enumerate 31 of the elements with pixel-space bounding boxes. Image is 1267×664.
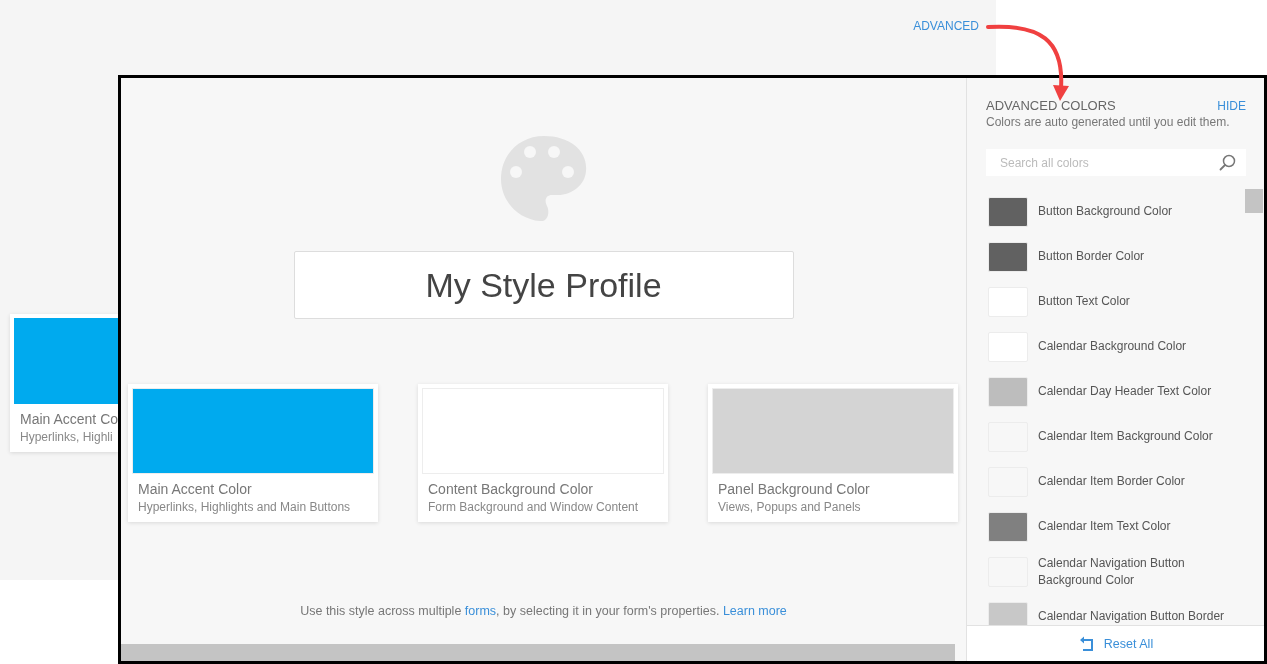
color-card[interactable]: Main Accent Co Hyperlinks, Highli xyxy=(10,314,118,452)
color-card[interactable]: Panel Background Color Views, Popups and Panels xyxy=(708,384,958,522)
profile-name-field[interactable]: My Style Profile xyxy=(293,251,794,319)
color-list-item[interactable]: Calendar Background Color xyxy=(988,324,1264,369)
scrollbar-thumb[interactable] xyxy=(1245,189,1263,213)
search-input[interactable]: Search all colors xyxy=(998,154,1219,171)
color-list-item[interactable]: Calendar Day Header Text Color xyxy=(988,369,1264,414)
color-list-item[interactable]: Button Text Color xyxy=(988,279,1264,324)
search-icon[interactable] xyxy=(1219,154,1236,171)
color-list-item[interactable]: Calendar Navigation Button Background Color xyxy=(988,549,1264,594)
color-list-item[interactable]: Button Border Color xyxy=(988,234,1264,279)
card-title: Main Accent Co xyxy=(20,411,118,427)
card-subtitle: Hyperlinks, Highli xyxy=(20,430,114,444)
color-card[interactable]: Main Accent Color Hyperlinks, Highlights and Main Buttons xyxy=(128,384,378,522)
color-list-item[interactable]: Calendar Item Text Color xyxy=(988,504,1264,549)
color-list-item[interactable]: Calendar Item Background Color xyxy=(988,414,1264,459)
card-subtitle: Views, Popups and Panels xyxy=(718,500,862,514)
card-title: Panel Background Color xyxy=(718,481,871,497)
panel-title: ADVANCED COLORS xyxy=(986,98,1116,113)
color-list-item[interactable]: Calendar Item Border Color xyxy=(988,459,1264,504)
reset-all-button[interactable]: Reset All xyxy=(1077,635,1154,652)
color-card[interactable]: Content Background Color Form Background and Window Content xyxy=(418,384,668,522)
panel-subtitle: Colors are auto generated until you edit them. xyxy=(986,115,1231,129)
color-list-item[interactable]: Button Background Color xyxy=(988,189,1264,234)
card-subtitle: Hyperlinks, Highlights and Main Buttons xyxy=(138,500,352,514)
card-subtitle: Form Background and Window Content xyxy=(428,500,640,514)
card-title: Main Accent Color xyxy=(138,481,253,497)
hint-text: Use this style across multiple forms, by selecting it in your form's properties. Learn more xyxy=(300,604,787,618)
card-title: Content Background Color xyxy=(428,481,594,497)
search-field[interactable]: Search all colors xyxy=(986,149,1246,176)
color-list-item[interactable]: Calendar Navigation Button Border xyxy=(988,594,1264,625)
